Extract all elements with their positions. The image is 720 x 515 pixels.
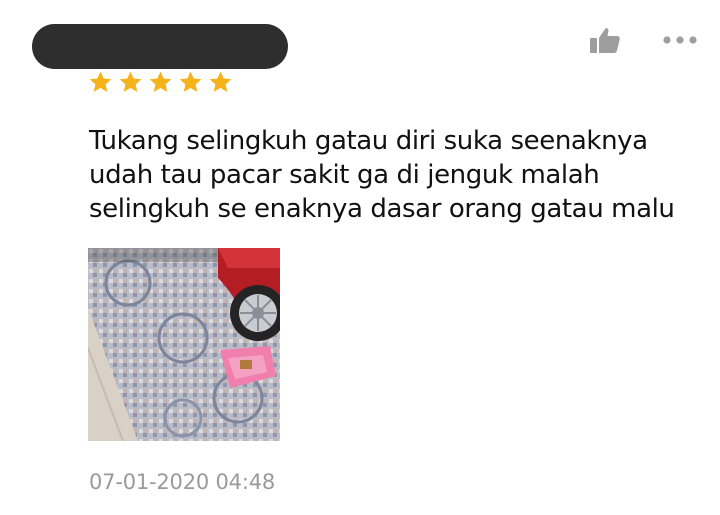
like-button[interactable] [586, 24, 624, 56]
star-icon [119, 71, 142, 92]
rating-stars [88, 70, 233, 100]
star-icon [209, 71, 232, 92]
review-photo[interactable] [88, 248, 280, 441]
review-timestamp: 07-01-2020 04:48 [89, 470, 276, 494]
thumbs-up-icon [590, 28, 620, 53]
review-text: Tukang selingkuh gatau diri suka seenakn… [89, 126, 675, 224]
redacted-username [32, 24, 288, 69]
more-options-button[interactable] [656, 26, 704, 54]
star-icon [179, 71, 202, 92]
star-icon [89, 71, 112, 92]
star-icon [149, 71, 172, 92]
more-options-icon [663, 36, 697, 44]
review-card: Tukang selingkuh gatau diri suka seenakn… [0, 0, 720, 515]
